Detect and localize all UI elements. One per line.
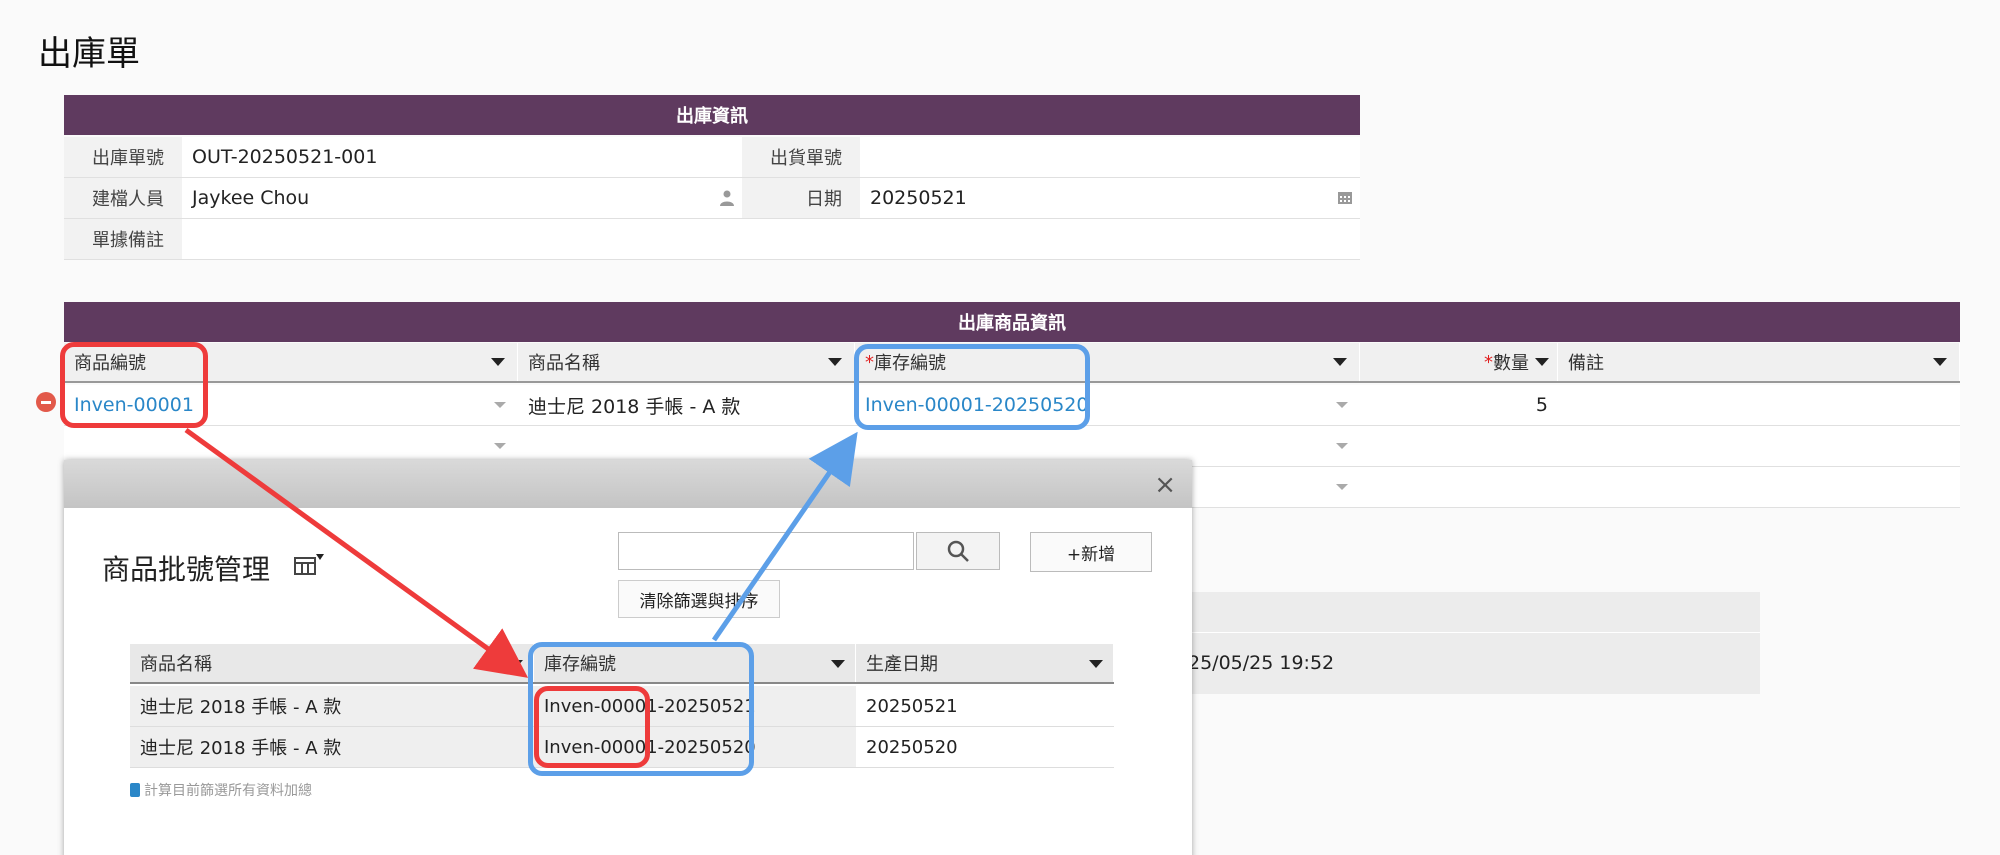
dialog-footer[interactable]: 計算目前篩選所有資料加總 xyxy=(130,780,312,800)
batch-dialog: × 商品批號管理 +新增 清除篩選與排序 商品名稱 庫存編號 生產日期 迪士尼 … xyxy=(64,460,1192,855)
goods-grid-header: 商品編號 商品名稱 * 庫存編號 * 數量 備註 xyxy=(64,343,1960,383)
dialog-table-header: 商品名稱 庫存編號 生產日期 xyxy=(130,644,1114,684)
info-section-header: 出庫資訊 xyxy=(64,95,1360,135)
dropdown-caret-icon[interactable] xyxy=(494,443,506,449)
sort-caret-icon[interactable] xyxy=(1535,358,1549,366)
goods-row: Inven-00001 迪士尼 2018 手帳 - A 款 Inven-0000… xyxy=(64,385,1960,426)
dialog-name-cell: 迪士尼 2018 手帳 - A 款 xyxy=(130,686,534,726)
form-row-creator: 建檔人員 Jaykee Chou 日期 20250521 xyxy=(64,178,1360,219)
dropdown-caret-icon[interactable] xyxy=(1336,443,1348,449)
sort-caret-icon[interactable] xyxy=(509,660,523,668)
dropdown-caret-icon[interactable] xyxy=(1336,402,1348,408)
date-field[interactable]: 20250521 xyxy=(860,178,1360,218)
search-input[interactable] xyxy=(618,532,914,570)
search-icon xyxy=(947,540,969,562)
ship-no-field[interactable] xyxy=(860,137,1360,177)
col-item-name[interactable]: 商品名稱 xyxy=(518,343,855,381)
form-row-out-no: 出庫單號 OUT-20250521-001 出貨單號 xyxy=(64,137,1360,178)
background-panel xyxy=(1130,592,1760,694)
dialog-date-cell: 20250520 xyxy=(866,736,958,758)
col-note-label: 備註 xyxy=(1568,353,1604,374)
dialog-footer-label: 計算目前篩選所有資料加總 xyxy=(144,783,312,799)
dialog-col-stock[interactable]: 庫存編號 xyxy=(534,644,856,682)
background-timestamp: 25/05/25 19:52 xyxy=(1188,652,1335,674)
creator-label: 建檔人員 xyxy=(64,178,182,218)
stock-suffix: -20250520 xyxy=(657,736,756,758)
creator-field[interactable]: Jaykee Chou xyxy=(182,178,742,218)
note-cell[interactable] xyxy=(1558,385,1960,425)
col-item-code-label: 商品編號 xyxy=(74,353,146,374)
user-icon[interactable] xyxy=(720,190,734,210)
col-quantity[interactable]: * 數量 xyxy=(1360,343,1558,381)
col-quantity-label: 數量 xyxy=(1493,353,1529,374)
out-no-label: 出庫單號 xyxy=(64,137,182,177)
col-item-code[interactable]: 商品編號 xyxy=(64,343,518,381)
stock-prefix: Inven-00001 xyxy=(544,736,658,758)
sort-caret-icon[interactable] xyxy=(491,358,505,366)
dialog-col-name[interactable]: 商品名稱 xyxy=(130,644,534,682)
close-icon[interactable]: × xyxy=(1154,470,1176,500)
col-stock-code-label: 庫存編號 xyxy=(874,353,946,374)
date-value: 20250521 xyxy=(870,187,967,209)
stock-suffix: -20250521 xyxy=(657,695,756,717)
item-name-cell: 迪士尼 2018 手帳 - A 款 xyxy=(528,395,741,418)
col-note[interactable]: 備註 xyxy=(1558,343,1960,381)
table-view-icon[interactable] xyxy=(294,552,324,582)
add-button[interactable]: +新增 xyxy=(1030,532,1152,572)
dialog-col-date-label: 生產日期 xyxy=(866,654,938,675)
dialog-date-cell: 20250521 xyxy=(866,695,958,717)
sort-caret-icon[interactable] xyxy=(1333,358,1347,366)
remark-label: 單據備註 xyxy=(64,219,182,259)
dialog-col-date[interactable]: 生產日期 xyxy=(856,644,1114,682)
goods-section-header: 出庫商品資訊 xyxy=(64,302,1960,342)
calculator-icon xyxy=(130,783,140,797)
quantity-cell[interactable]: 5 xyxy=(1360,385,1558,425)
clear-filter-button[interactable]: 清除篩選與排序 xyxy=(618,580,780,618)
sort-caret-icon[interactable] xyxy=(1089,660,1103,668)
col-stock-code[interactable]: * 庫存編號 xyxy=(855,343,1360,381)
item-code-value[interactable]: Inven-00001 xyxy=(74,394,194,416)
item-code-cell[interactable]: Inven-00001 xyxy=(64,385,518,425)
dialog-stock-cell: Inven-00001 -20250521 xyxy=(534,686,856,726)
stock-code-value[interactable]: Inven-00001-20250520 xyxy=(865,394,1088,416)
sort-caret-icon[interactable] xyxy=(1933,358,1947,366)
dropdown-caret-icon[interactable] xyxy=(494,402,506,408)
dialog-table-row[interactable]: 迪士尼 2018 手帳 - A 款 Inven-00001 -20250521 2… xyxy=(130,686,1114,727)
dialog-col-stock-label: 庫存編號 xyxy=(544,654,616,675)
date-label: 日期 xyxy=(742,178,860,218)
ship-no-label: 出貨單號 xyxy=(742,137,860,177)
dialog-col-name-label: 商品名稱 xyxy=(140,654,212,675)
search-button[interactable] xyxy=(916,532,1000,570)
calendar-icon[interactable] xyxy=(1338,190,1352,208)
sort-caret-icon[interactable] xyxy=(831,660,845,668)
dialog-name-cell: 迪士尼 2018 手帳 - A 款 xyxy=(130,727,534,767)
dialog-title-bar[interactable]: × xyxy=(64,460,1192,508)
required-mark: * xyxy=(1484,351,1493,373)
stock-code-cell[interactable]: Inven-00001-20250520 xyxy=(855,385,1360,425)
stock-prefix: Inven-00001 xyxy=(544,695,658,717)
required-mark: * xyxy=(865,351,874,373)
dialog-table-row[interactable]: 迪士尼 2018 手帳 - A 款 Inven-00001 -20250520 2… xyxy=(130,727,1114,768)
out-no-field[interactable]: OUT-20250521-001 xyxy=(182,137,742,177)
dropdown-caret-icon[interactable] xyxy=(1336,484,1348,490)
form-row-remark: 單據備註 xyxy=(64,219,1360,260)
sort-caret-icon[interactable] xyxy=(828,358,842,366)
page-title: 出庫單 xyxy=(38,34,140,74)
dialog-heading: 商品批號管理 xyxy=(102,553,271,586)
creator-value: Jaykee Chou xyxy=(192,187,310,209)
dialog-stock-cell: Inven-00001 -20250520 xyxy=(534,727,856,767)
col-item-name-label: 商品名稱 xyxy=(528,353,600,374)
remove-row-button[interactable] xyxy=(36,392,56,412)
remark-field[interactable] xyxy=(182,219,1360,259)
